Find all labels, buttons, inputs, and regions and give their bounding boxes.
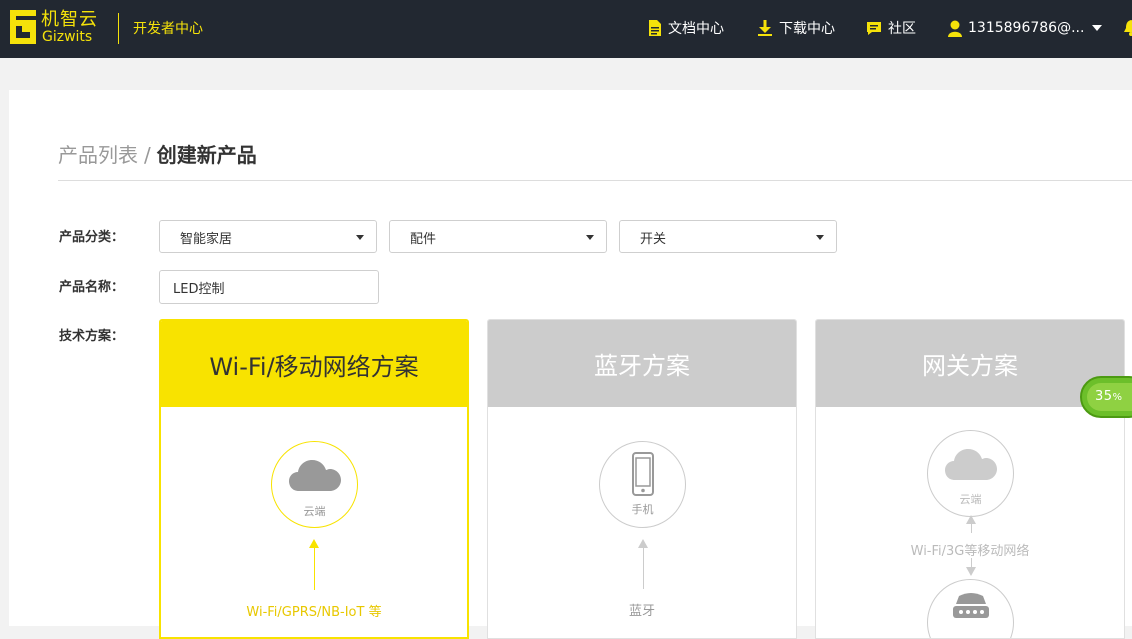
gateway-node <box>927 579 1014 638</box>
connection-line <box>971 523 972 533</box>
nav-community[interactable]: 社区 <box>866 17 916 39</box>
scheme-card-bluetooth[interactable]: 蓝牙方案 手机 蓝牙 <box>487 319 797 639</box>
cloud-icon <box>289 460 341 491</box>
scheme-card-wifi-title: Wi-Fi/移动网络方案 <box>161 321 467 407</box>
mobile-phone-icon <box>632 452 654 496</box>
nav-community-label: 社区 <box>888 21 916 37</box>
connection-line <box>643 547 644 589</box>
create-product-panel: 产品列表/创建新产品 产品分类： 智能家居 配件 开关 产品名称： 技术方案： … <box>9 90 1132 639</box>
header-divider <box>118 13 119 44</box>
chat-bubble-icon <box>867 21 881 35</box>
gizwits-logo[interactable]: 机智云 Gizwits <box>8 8 108 48</box>
category-select-secondary[interactable]: 配件 <box>389 220 607 253</box>
title-divider <box>58 180 1132 181</box>
bluetooth-link-label: 蓝牙 <box>628 604 655 619</box>
category-select-primary[interactable]: 智能家居 <box>159 220 377 253</box>
cloud-node-label: 云端 <box>303 505 326 518</box>
scheme-card-gateway-title: 网关方案 <box>816 320 1124 407</box>
product-name-label: 产品名称： <box>59 280 125 295</box>
product-category-label: 产品分类： <box>59 230 125 245</box>
floating-speed-badge[interactable]: 35% <box>1080 376 1132 418</box>
cloud-node-label: 云端 <box>959 493 982 506</box>
phone-node: 手机 <box>599 441 686 528</box>
breadcrumb-current-page: 创建新产品 <box>156 143 257 167</box>
developer-center-title[interactable]: 开发者中心 <box>133 19 203 39</box>
category-select-primary-value: 智能家居 <box>180 232 233 247</box>
connection-line <box>314 547 315 590</box>
scheme-card-gateway[interactable]: 网关方案 云端 Wi-Fi/3G等移动网络 <box>815 319 1125 639</box>
nav-docs-center[interactable]: 文档中心 <box>648 17 724 39</box>
nav-download-label: 下载中心 <box>779 21 835 37</box>
document-icon <box>649 20 661 36</box>
logo-english-text: Gizwits <box>42 29 93 45</box>
arrow-down-icon <box>966 567 976 576</box>
nav-docs-label: 文档中心 <box>668 21 724 37</box>
breadcrumb-separator: / <box>144 143 151 167</box>
cloud-node: 云端 <box>927 430 1014 517</box>
chevron-down-icon <box>1092 25 1103 31</box>
scheme-card-wifi[interactable]: Wi-Fi/移动网络方案 云端 Wi-Fi/GPRS/NB-IoT 等 <box>159 319 469 639</box>
category-select-tertiary[interactable]: 开关 <box>619 220 837 253</box>
phone-node-label: 手机 <box>631 503 654 516</box>
category-select-tertiary-value: 开关 <box>640 232 667 247</box>
user-account-label: 1315896786@... <box>968 20 1085 36</box>
dropdown-arrow-icon <box>356 235 364 240</box>
wifi-link-label: Wi-Fi/GPRS/NB-IoT 等 <box>246 605 382 620</box>
technical-scheme-label: 技术方案： <box>59 329 125 344</box>
bell-icon[interactable] <box>1124 20 1132 36</box>
user-icon <box>948 20 962 37</box>
breadcrumb: 产品列表 / 创建新产品 <box>58 142 257 168</box>
category-select-secondary-value: 配件 <box>410 232 437 247</box>
download-icon <box>758 20 772 36</box>
badge-percent-unit: % <box>1112 392 1123 403</box>
user-account-menu[interactable]: 1315896786@... <box>948 17 1108 39</box>
cloud-icon <box>945 449 997 480</box>
logo-chinese-text: 机智云 <box>41 9 98 30</box>
product-name-input[interactable] <box>159 270 379 304</box>
dropdown-arrow-icon <box>586 235 594 240</box>
cloud-node: 云端 <box>271 441 358 528</box>
gizwits-logo-icon <box>10 10 36 44</box>
dropdown-arrow-icon <box>816 235 824 240</box>
gateway-link-label: Wi-Fi/3G等移动网络 <box>910 544 1030 559</box>
scheme-card-bluetooth-title: 蓝牙方案 <box>488 320 796 407</box>
gateway-router-icon <box>953 593 989 618</box>
top-navigation-bar: 机智云 Gizwits 开发者中心 文档中心 下载中心 社区 131589678… <box>0 0 1132 58</box>
nav-download-center[interactable]: 下载中心 <box>757 17 835 39</box>
badge-percent: 35% <box>1095 389 1123 404</box>
breadcrumb-product-list[interactable]: 产品列表 <box>58 143 138 167</box>
badge-percent-value: 35 <box>1095 389 1113 404</box>
